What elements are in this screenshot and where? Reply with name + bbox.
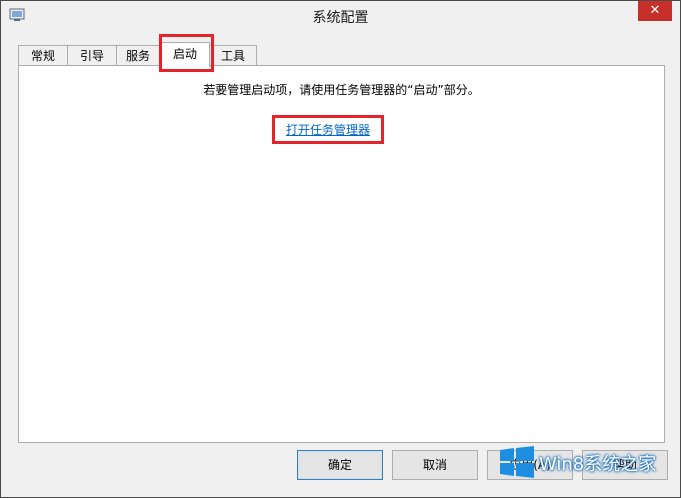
tab-boot[interactable]: 引导 — [67, 45, 117, 66]
windows-logo-icon — [500, 446, 534, 481]
title-bar[interactable]: 系统配置 ✕ — [1, 1, 680, 33]
watermark-text: Win8系统之家 — [539, 454, 657, 475]
window-title: 系统配置 — [312, 10, 369, 26]
tab-services[interactable]: 服务 — [116, 45, 160, 66]
cancel-button[interactable]: 取消 — [392, 450, 478, 480]
startup-info-text: 若要管理启动项，请使用任务管理器的“启动”部分。 — [203, 83, 480, 97]
tab-tools[interactable]: 工具 — [209, 45, 257, 66]
watermark: Win8系统之家 — [500, 442, 680, 482]
close-icon: ✕ — [649, 3, 661, 18]
close-button[interactable]: ✕ — [638, 1, 672, 21]
ok-button[interactable]: 确定 — [297, 450, 383, 480]
tab-strip: 常规 引导 服务 启动 工具 — [18, 42, 663, 67]
tab-general[interactable]: 常规 — [18, 45, 68, 66]
tab-startup[interactable]: 启动 — [160, 42, 210, 67]
startup-panel: 若要管理启动项，请使用任务管理器的“启动”部分。 打开任务管理器 — [18, 65, 665, 443]
open-task-manager-link[interactable]: 打开任务管理器 — [286, 121, 370, 138]
system-config-window: 系统配置 ✕ 常规 引导 服务 启动 工具 若要管理启动项，请使用任务管理器的“… — [0, 0, 681, 498]
